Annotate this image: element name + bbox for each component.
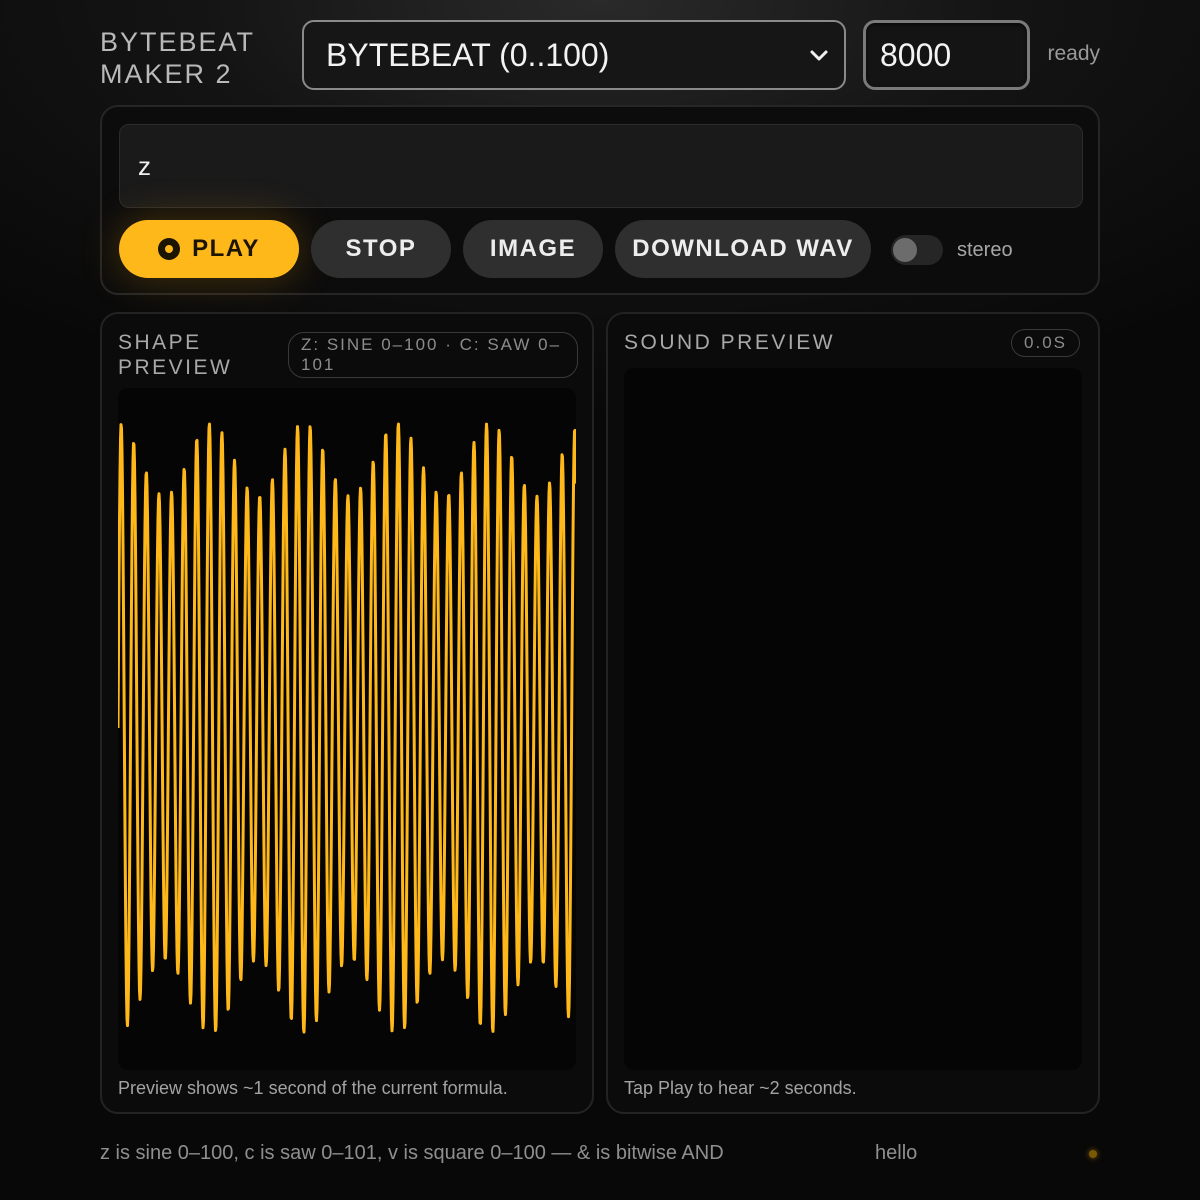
shape-preview-badge: Z: SINE 0–100 · C: SAW 0–101 (288, 332, 578, 378)
status-text: ready (1047, 42, 1100, 65)
play-button-label: PLAY (192, 235, 260, 262)
shape-preview-card: SHAPE PREVIEW Z: SINE 0–100 · C: SAW 0–1… (100, 312, 594, 1114)
image-button[interactable]: IMAGE (463, 220, 603, 278)
footer-extra-text: hello (875, 1142, 918, 1164)
header: BYTEBEAT MAKER 2 BYTEBEAT (0..100) ready (100, 20, 1100, 90)
stereo-toggle-knob (893, 238, 917, 262)
mode-select-value: BYTEBEAT (0..100) (326, 36, 610, 73)
stop-button[interactable]: STOP (311, 220, 451, 278)
sound-preview-note: Tap Play to hear ~2 seconds. (624, 1078, 857, 1098)
sound-preview-plot (624, 368, 1082, 1070)
download-wav-button[interactable]: DOWNLOAD WAV (615, 220, 871, 278)
waveform-line (118, 422, 576, 1034)
mode-select[interactable]: BYTEBEAT (0..100) (302, 20, 846, 90)
footer-help-text: z is sine 0–100, c is saw 0–101, v is sq… (100, 1142, 724, 1164)
sound-preview-title: SOUND PREVIEW (624, 331, 836, 354)
record-dot-icon (158, 238, 181, 260)
chevron-down-icon (810, 50, 828, 61)
play-button[interactable]: PLAY (119, 220, 299, 278)
shape-preview-plot (118, 388, 576, 1070)
sound-preview-time-badge: 0.0S (1011, 329, 1080, 357)
formula-input[interactable] (119, 124, 1083, 208)
waveform (118, 422, 576, 1034)
sound-preview-card: SOUND PREVIEW 0.0S Tap Play to hear ~2 s… (606, 312, 1100, 1114)
shape-preview-note: Preview shows ~1 second of the current f… (118, 1078, 508, 1098)
stereo-label: stereo (957, 239, 1013, 261)
stereo-toggle[interactable] (891, 235, 943, 265)
editor-panel: PLAY STOP IMAGE DOWNLOAD WAV stereo (100, 105, 1100, 295)
shape-preview-title: SHAPE PREVIEW (118, 331, 233, 379)
sample-rate-input[interactable] (863, 20, 1030, 90)
app-title: BYTEBEAT MAKER 2 (100, 27, 256, 89)
status-indicator-dot (1089, 1150, 1097, 1158)
